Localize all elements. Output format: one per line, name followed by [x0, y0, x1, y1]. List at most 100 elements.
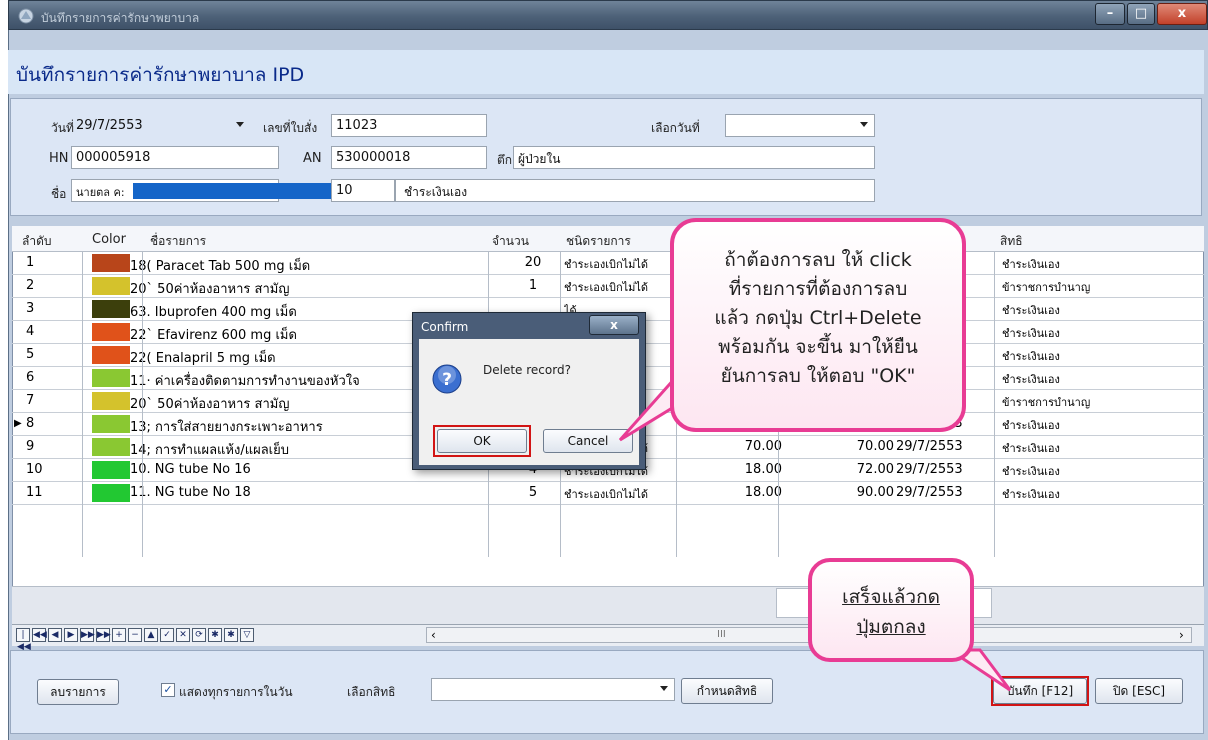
maximize-button[interactable]: □: [1127, 3, 1155, 25]
nav-button-3[interactable]: ▶: [64, 628, 78, 642]
scroll-left-arrow-icon[interactable]: ‹: [431, 628, 436, 642]
select-right-dropdown[interactable]: [431, 678, 675, 701]
select-date-dropdown[interactable]: [725, 114, 875, 137]
row-total: 70.00: [856, 439, 894, 454]
color-swatch: [92, 392, 130, 410]
ok-highlight-box: [433, 425, 531, 457]
row-price: 18.00: [744, 485, 782, 500]
hn-label: HN: [49, 151, 69, 166]
row-date: 29/7/2553: [896, 485, 963, 500]
row-total: 90.00: [856, 485, 894, 500]
row-qty: 20: [524, 255, 542, 270]
row-no: 4: [26, 324, 35, 339]
row-no: 3: [26, 301, 35, 316]
scroll-right-arrow-icon[interactable]: ›: [1179, 628, 1184, 642]
nav-button-6[interactable]: +: [112, 628, 126, 642]
delete-hint-line: ที่รายการที่ต้องการลบ: [728, 278, 908, 300]
row-no: 6: [26, 370, 35, 385]
color-swatch: [92, 369, 130, 387]
right-code-input[interactable]: 10: [331, 179, 395, 202]
row-right: ชำระเงินเอง: [1002, 465, 1060, 478]
bottom-toolbar: ลบรายการ ✓ แสดงทุกรายการในวัน เลือกสิทธิ…: [10, 650, 1204, 734]
nav-button-12[interactable]: ✱: [208, 628, 222, 642]
nav-button-5[interactable]: ▶▶|: [96, 628, 114, 642]
date-select[interactable]: 29/7/2553: [71, 114, 251, 137]
nav-button-7[interactable]: −: [128, 628, 142, 642]
nav-button-4[interactable]: ▶▶: [80, 628, 95, 642]
show-all-label: แสดงทุกรายการในวัน: [179, 685, 293, 699]
row-name: 18( Paracet Tab 500 mg เม็ด: [130, 259, 311, 274]
chevron-down-icon: [236, 122, 244, 127]
row-right: ชำระเงินเอง: [1002, 258, 1060, 271]
col-header-name[interactable]: ชื่อรายการ: [150, 232, 206, 251]
dialog-close-button[interactable]: x: [589, 315, 639, 335]
app-icon: [17, 7, 35, 25]
select-date-label: เลือกวันที่: [651, 121, 700, 135]
nav-button-10[interactable]: ✕: [176, 628, 190, 642]
nav-button-13[interactable]: ✱: [224, 628, 238, 642]
ward-input[interactable]: ผู้ป่วยใน: [513, 146, 875, 169]
row-right: ชำระเงินเอง: [1002, 488, 1060, 501]
row-name: 11. NG tube No 18: [130, 485, 251, 500]
delete-item-button[interactable]: ลบรายการ: [37, 679, 119, 705]
color-swatch: [92, 438, 130, 456]
row-right: ชำระเงินเอง: [1002, 419, 1060, 432]
minimize-button[interactable]: –: [1095, 3, 1125, 25]
nav-button-0[interactable]: |◀◀: [16, 628, 31, 652]
right-name-input[interactable]: ชำระเงินเอง: [395, 179, 875, 202]
row-right: ชำระเงินเอง: [1002, 327, 1060, 340]
set-right-button[interactable]: กำหนดสิทธิ: [681, 678, 773, 704]
row-right: ชำระเงินเอง: [1002, 442, 1060, 455]
delete-hint-line: พร้อมกัน จะขึ้น มาให้ยืน: [718, 336, 918, 358]
col-header-color[interactable]: Color: [92, 232, 126, 247]
col-header-type[interactable]: ชนิดรายการ: [566, 232, 631, 251]
table-row[interactable]: 2 20` 50ค่าห้องอาหาร สามัญ 1 ชำระเองเบิกไม่…: [12, 275, 1204, 298]
form-header: บันทึกรายการค่ารักษาพยาบาล IPD: [8, 50, 1204, 94]
row-right: ชำระเงินเอง: [1002, 373, 1060, 386]
nav-button-8[interactable]: ▲: [144, 628, 158, 642]
save-hint-line: เสร็จแล้วกด: [842, 586, 940, 608]
row-right: ชำระเงินเอง: [1002, 304, 1060, 317]
nav-button-2[interactable]: ◀: [48, 628, 62, 642]
row-no: 5: [26, 347, 35, 362]
table-row[interactable]: 1 18( Paracet Tab 500 mg เม็ด 20 ชำระเองเบิ…: [12, 252, 1204, 275]
select-right-label: เลือกสิทธิ: [347, 685, 396, 699]
nav-button-14[interactable]: ▽: [240, 628, 254, 642]
save-hint-line: ปุ่มตกลง: [856, 616, 926, 638]
close-window-button[interactable]: x: [1157, 3, 1207, 25]
row-qty: 1: [528, 278, 538, 293]
window-title: บันทึกรายการค่ารักษาพยาบาล: [41, 11, 200, 25]
row-name: 20` 50ค่าห้องอาหาร สามัญ: [130, 282, 290, 297]
order-no-input[interactable]: 11023: [331, 114, 487, 137]
nav-button-9[interactable]: ✓: [160, 628, 174, 642]
window-title-bar[interactable]: บันทึกรายการค่ารักษาพยาบาล – □ x: [8, 0, 1208, 30]
grid-header: ลำดับ Color ชื่อรายการ จำนวน ชนิดรายการ …: [12, 226, 1204, 252]
row-no: 7: [26, 393, 35, 408]
nav-button-1[interactable]: ◀◀: [32, 628, 47, 642]
row-date: 29/7/2553: [896, 439, 963, 454]
row-right: ข้าราชการบำนาญ: [1002, 281, 1091, 294]
an-label: AN: [303, 151, 322, 166]
row-right: ชำระเงินเอง: [1002, 350, 1060, 363]
nav-button-11[interactable]: ⟳: [192, 628, 206, 642]
col-divider: [994, 252, 995, 557]
redaction-bar: [133, 183, 333, 199]
col-header-right[interactable]: สิทธิ: [1000, 232, 1023, 251]
hn-input[interactable]: 000005918: [71, 146, 279, 169]
col-header-no[interactable]: ลำดับ: [22, 232, 52, 251]
row-date: 29/7/2553: [896, 462, 963, 477]
color-swatch: [92, 277, 130, 295]
table-row[interactable]: 11 11. NG tube No 18 5 ชำระเองเบิกไม่ได้ 18.…: [12, 482, 1204, 505]
col-header-qty[interactable]: จำนวน: [492, 232, 529, 251]
chevron-down-icon: [860, 122, 868, 127]
row-no: 8: [26, 416, 35, 431]
grid-footer: [12, 586, 1204, 624]
an-input[interactable]: 530000018: [331, 146, 487, 169]
dialog-title: Confirm: [421, 320, 469, 334]
scroll-thumb-grip[interactable]: III: [717, 629, 726, 640]
row-no: 1: [26, 255, 35, 270]
color-swatch: [92, 300, 130, 318]
show-all-checkbox[interactable]: ✓: [161, 683, 175, 697]
color-swatch: [92, 323, 130, 341]
close-button[interactable]: ปิด [ESC]: [1095, 678, 1183, 704]
